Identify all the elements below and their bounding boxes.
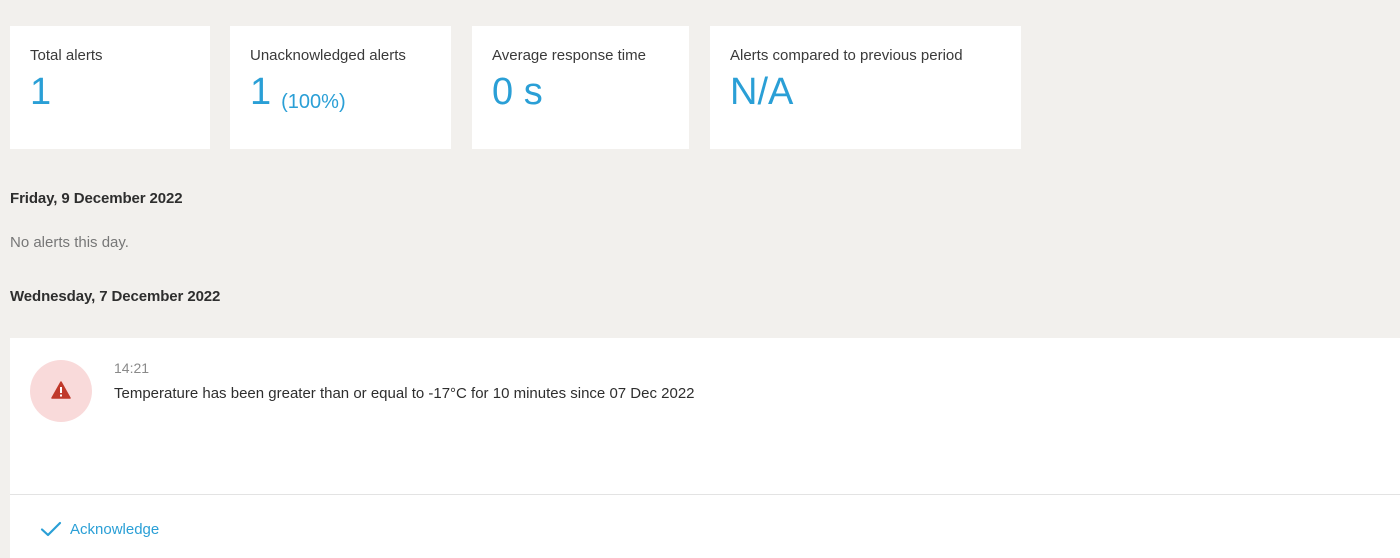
alert-time: 14:21 — [114, 360, 150, 376]
alert-card: 14:21 Temperature has been greater than … — [10, 338, 1400, 558]
day-heading-wednesday: Wednesday, 7 December 2022 — [10, 288, 221, 305]
alerts-page: Total alerts 1 Unacknowledged alerts 1 (1… — [0, 0, 1400, 558]
acknowledge-button[interactable]: Acknowledge — [40, 516, 159, 542]
day-heading-friday: Friday, 9 December 2022 — [10, 190, 183, 207]
alerts-compared-label: Alerts compared to previous period — [730, 47, 963, 64]
alerts-compared-card: Alerts compared to previous period N/A — [710, 26, 1021, 149]
alert-divider — [10, 494, 1400, 495]
total-alerts-label: Total alerts — [30, 47, 103, 64]
acknowledge-label: Acknowledge — [70, 520, 160, 538]
alert-message: Temperature has been greater than or equ… — [114, 385, 695, 402]
unacknowledged-alerts-percent: (100%) — [281, 91, 346, 113]
alerts-compared-value: N/A — [730, 71, 794, 113]
unacknowledged-alerts-label: Unacknowledged alerts — [250, 47, 406, 64]
unacknowledged-alerts-card: Unacknowledged alerts 1 (100%) — [230, 26, 451, 149]
alert-icon-badge — [30, 360, 92, 422]
total-alerts-value: 1 — [30, 71, 52, 113]
average-response-time-label: Average response time — [492, 47, 646, 64]
unacknowledged-alerts-value: 1 — [250, 71, 272, 113]
unacknowledged-alerts-value-wrap: 1 (100%) — [250, 70, 451, 124]
checkmark-icon — [40, 521, 62, 537]
no-alerts-text: No alerts this day. — [10, 234, 129, 251]
average-response-time-value: 0 s — [492, 71, 543, 113]
warning-triangle-icon — [51, 381, 71, 399]
average-response-time-card: Average response time 0 s — [472, 26, 689, 149]
total-alerts-card: Total alerts 1 — [10, 26, 210, 149]
